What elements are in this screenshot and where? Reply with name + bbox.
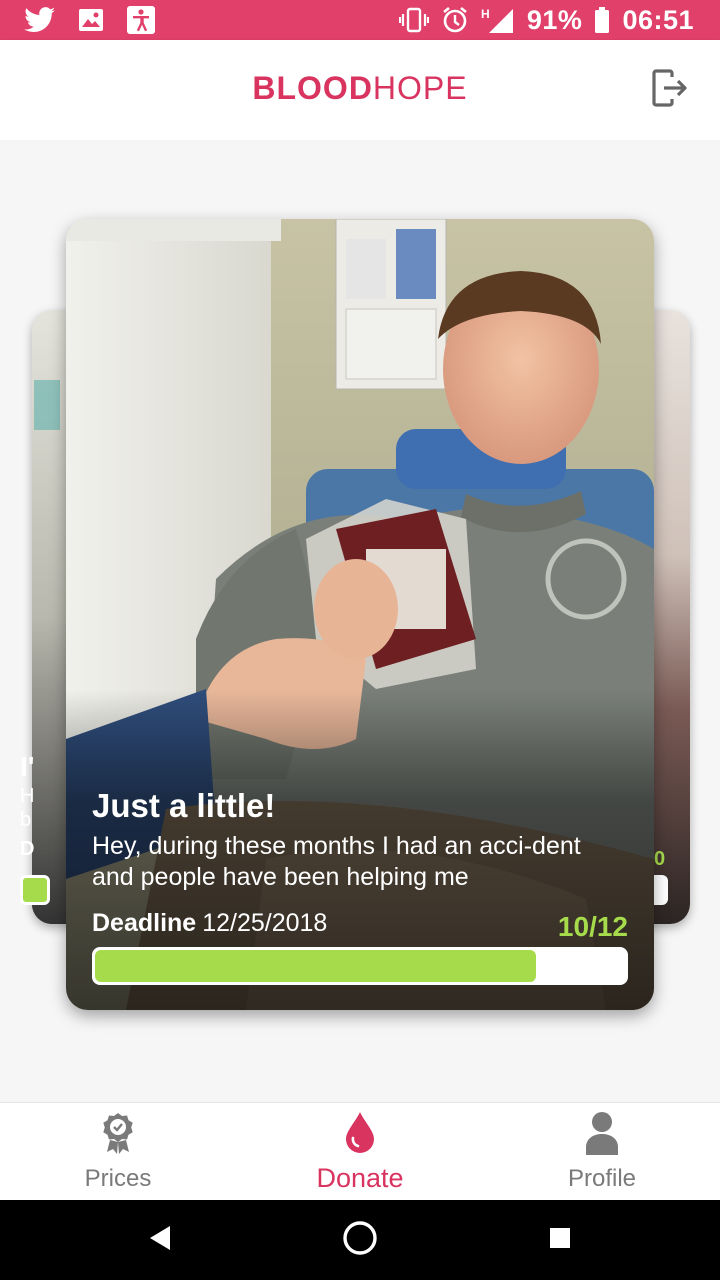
previous-card-deadline: D [20,838,35,860]
brand-light: HOPE [372,70,468,106]
deadline-label: Deadline [92,909,197,937]
nav-donate[interactable]: Donate [260,1103,460,1201]
status-bar-system: H 91% 06:51 [398,0,694,40]
status-bar: H 91% 06:51 [0,0,720,40]
bottom-navigation: Prices Donate Profile [0,1102,720,1200]
donation-carousel[interactable]: I' H b D 0 Just a little! Hey, during th… [0,140,720,1102]
recents-button[interactable] [540,1220,580,1260]
status-bar-notifications [24,0,156,40]
card-title: Just a little! [92,787,276,824]
home-button[interactable] [340,1220,380,1260]
award-icon [100,1111,136,1159]
alarm-icon [441,6,469,34]
twitter-icon [24,7,56,33]
nav-profile-label: Profile [567,1165,637,1192]
nav-profile[interactable]: Profile [502,1103,702,1201]
recents-square-icon [548,1226,572,1254]
blood-drop-icon [344,1111,376,1157]
app-header: BLOODHOPE [0,40,720,140]
deadline: Deadline 12/25/2018 [92,909,327,938]
previous-card-desc-1: H [20,785,35,807]
accessibility-icon [126,5,156,35]
brand-bold: BLOOD [252,70,373,106]
donation-progress-bar [92,947,628,985]
clock: 06:51 [622,4,694,35]
battery-percent: 91% [526,4,583,35]
next-card-progress [652,875,668,905]
next-card-count: 0 [654,848,666,870]
previous-card-desc-2: b [20,809,32,831]
previous-card-progress [20,875,50,905]
nav-donate-label: Donate [316,1162,404,1193]
donation-card[interactable]: Just a little! Hey, during these months … [66,219,654,1010]
previous-card-title: I' [20,751,35,782]
logout-icon [652,69,688,111]
nav-prices-label: Prices [84,1165,152,1192]
donation-progress-fill [95,950,537,982]
signal-icon: H [481,6,515,34]
android-navigation-bar [0,1200,720,1280]
svg-text:H: H [481,7,490,21]
deadline-date: 12/25/2018 [202,909,328,937]
donation-count: 10/12 [557,911,628,942]
card-description: Hey, during these months I had an acci-d… [92,832,581,891]
battery-icon [594,7,610,33]
person-icon [584,1111,620,1159]
brand-logo: BLOODHOPE [0,70,720,107]
logout-button[interactable] [650,68,690,112]
image-icon [78,8,104,32]
nav-prices[interactable]: Prices [18,1103,218,1201]
home-circle-icon [342,1220,378,1260]
back-triangle-icon [148,1225,172,1255]
previous-card-text: I' H b D [20,750,34,866]
vibrate-icon [398,7,429,33]
back-button[interactable] [140,1220,180,1260]
